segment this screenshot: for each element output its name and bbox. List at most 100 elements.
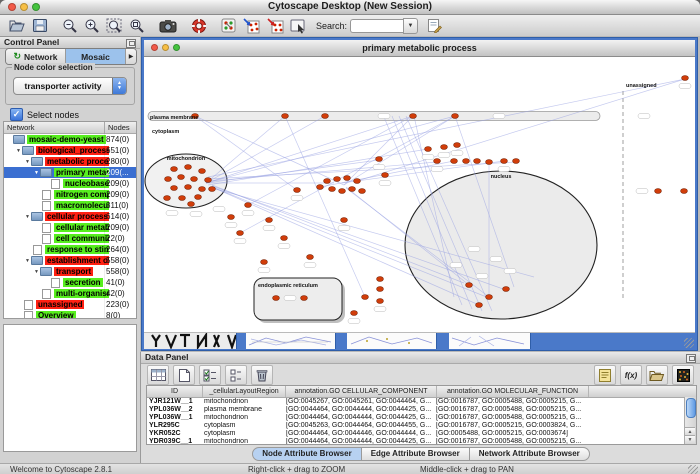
- network-node[interactable]: [501, 159, 508, 164]
- float-data-panel-icon[interactable]: [686, 354, 696, 363]
- network-node[interactable]: [377, 287, 384, 292]
- import-attributes-file-icon[interactable]: [646, 365, 668, 385]
- network-node[interactable]: [451, 159, 458, 164]
- network-node[interactable]: [165, 177, 172, 182]
- search-options-icon[interactable]: [424, 16, 445, 35]
- network-view-titlebar[interactable]: primary metabolic process: [144, 40, 695, 57]
- delete-attribute-icon[interactable]: [251, 365, 273, 385]
- table-row[interactable]: YKR052Ccytoplasm[GO:0044464, GO:0044446,…: [147, 430, 696, 438]
- network-node[interactable]: [261, 260, 268, 265]
- select-nodes-checkbox[interactable]: ✓: [10, 108, 23, 121]
- network-node[interactable]: [324, 179, 331, 184]
- expand-arrow-icon[interactable]: ▼: [15, 148, 22, 154]
- tree-row[interactable]: nucleobase-209(0): [4, 178, 136, 189]
- annotation-icon[interactable]: [287, 16, 310, 35]
- network-node[interactable]: [282, 114, 289, 119]
- table-row[interactable]: YPL036W__1mitochondrion[GO:0044464, GO:0…: [147, 414, 696, 422]
- import-network-icon[interactable]: [239, 16, 263, 35]
- tree-column-nodes[interactable]: Nodes: [105, 122, 130, 133]
- network-node[interactable]: [294, 188, 301, 193]
- network-node[interactable]: [322, 114, 329, 119]
- view-resize-grip[interactable]: [684, 338, 694, 348]
- tree-row[interactable]: secretion41(0): [4, 277, 136, 288]
- network-node[interactable]: [171, 167, 178, 172]
- network-node[interactable]: [195, 195, 202, 200]
- tree-row[interactable]: response to stimul264(0): [4, 244, 136, 255]
- network-node[interactable]: [382, 173, 389, 178]
- tree-row[interactable]: cellular metabo209(0): [4, 222, 136, 233]
- network-node[interactable]: [452, 114, 459, 119]
- new-attribute-icon[interactable]: [173, 365, 195, 385]
- network-node[interactable]: [245, 203, 252, 208]
- tab-edge-attribute-browser[interactable]: Edge Attribute Browser: [362, 447, 470, 461]
- network-node[interactable]: [317, 185, 324, 190]
- heatmap-icon[interactable]: [672, 365, 694, 385]
- attribute-checklist-icon[interactable]: [199, 365, 221, 385]
- network-node[interactable]: [362, 295, 369, 300]
- column-header[interactable]: annotation.GO MOLECULAR_FUNCTION: [437, 386, 589, 397]
- expand-arrow-icon[interactable]: ▼: [24, 159, 31, 165]
- network-node[interactable]: [191, 177, 198, 182]
- network-node[interactable]: [237, 231, 244, 236]
- network-node[interactable]: [273, 296, 280, 301]
- network-node[interactable]: [185, 185, 192, 190]
- tree-row[interactable]: unassigned223(0): [4, 299, 136, 310]
- tree-row[interactable]: nitrogen compo209(0): [4, 189, 136, 200]
- network-node[interactable]: [425, 147, 432, 152]
- network-node[interactable]: [344, 176, 351, 181]
- network-node[interactable]: [334, 177, 341, 182]
- select-attributes-icon[interactable]: [147, 365, 169, 385]
- import-attributes-icon[interactable]: [263, 16, 287, 35]
- column-header[interactable]: _cellularLayoutRegion: [203, 386, 286, 397]
- save-icon[interactable]: [29, 16, 51, 35]
- network-node[interactable]: [410, 114, 417, 119]
- tab-mosaic[interactable]: Mosaic: [66, 49, 126, 64]
- network-node[interactable]: [655, 189, 662, 194]
- network-node[interactable]: [486, 160, 493, 165]
- zoom-in-icon[interactable]: [81, 16, 103, 35]
- tree-row[interactable]: cell communicat22(0): [4, 233, 136, 244]
- node-color-dropdown[interactable]: transporter activity ▲▼: [13, 77, 127, 95]
- network-node[interactable]: [178, 175, 185, 180]
- tree-row[interactable]: ▼cellular process614(0): [4, 211, 136, 222]
- network-node[interactable]: [349, 187, 356, 192]
- float-panel-icon[interactable]: [126, 39, 136, 48]
- table-row[interactable]: YJR121W__1mitochondrion[GO:0045267, GO:0…: [147, 398, 696, 406]
- open-icon[interactable]: [6, 16, 29, 35]
- network-node[interactable]: [474, 159, 481, 164]
- network-node[interactable]: [341, 218, 348, 223]
- tree-row[interactable]: ▼transport558(0): [4, 266, 136, 277]
- expand-arrow-icon[interactable]: ▼: [33, 170, 40, 176]
- table-row[interactable]: YLR295Ccytoplasm[GO:0045263, GO:0044464,…: [147, 422, 696, 430]
- network-node[interactable]: [228, 215, 235, 220]
- network-node[interactable]: [681, 189, 688, 194]
- network-node[interactable]: [339, 189, 346, 194]
- tree-row[interactable]: multi-organism pro42(0): [4, 288, 136, 299]
- network-node[interactable]: [466, 283, 473, 288]
- snapshot-icon[interactable]: [156, 16, 180, 35]
- network-node[interactable]: [199, 169, 206, 174]
- graphics-details-icon[interactable]: [218, 16, 239, 35]
- expand-arrow-icon[interactable]: ▼: [24, 258, 31, 264]
- network-node[interactable]: [463, 159, 470, 164]
- zoom-fit-icon[interactable]: [103, 16, 126, 35]
- network-node[interactable]: [188, 202, 195, 207]
- tab-node-attribute-browser[interactable]: Node Attribute Browser: [252, 447, 362, 461]
- network-node[interactable]: [171, 186, 178, 191]
- function-builder-icon[interactable]: f(x): [620, 365, 642, 385]
- window-resize-grip[interactable]: [688, 465, 698, 474]
- network-node[interactable]: [441, 145, 448, 150]
- network-node[interactable]: [351, 311, 358, 316]
- network-node[interactable]: [376, 157, 383, 162]
- tab-network-attribute-browser[interactable]: Network Attribute Browser: [470, 447, 590, 461]
- scrollbar-thumb[interactable]: [686, 398, 696, 418]
- attribute-list-icon[interactable]: [225, 365, 247, 385]
- network-node[interactable]: [179, 196, 186, 201]
- tree-column-network[interactable]: Network: [4, 122, 105, 133]
- table-row[interactable]: YDR039C__1mitochondrion[GO:0044464, GO:0…: [147, 438, 696, 445]
- tree-row[interactable]: ▼primary metabo209(...: [4, 167, 136, 178]
- network-node[interactable]: [307, 255, 314, 260]
- network-node[interactable]: [359, 189, 366, 194]
- tab-scroll-arrow-icon[interactable]: ▶: [126, 49, 136, 64]
- tree-row[interactable]: mosaic-demo-yeast874(0): [4, 134, 136, 145]
